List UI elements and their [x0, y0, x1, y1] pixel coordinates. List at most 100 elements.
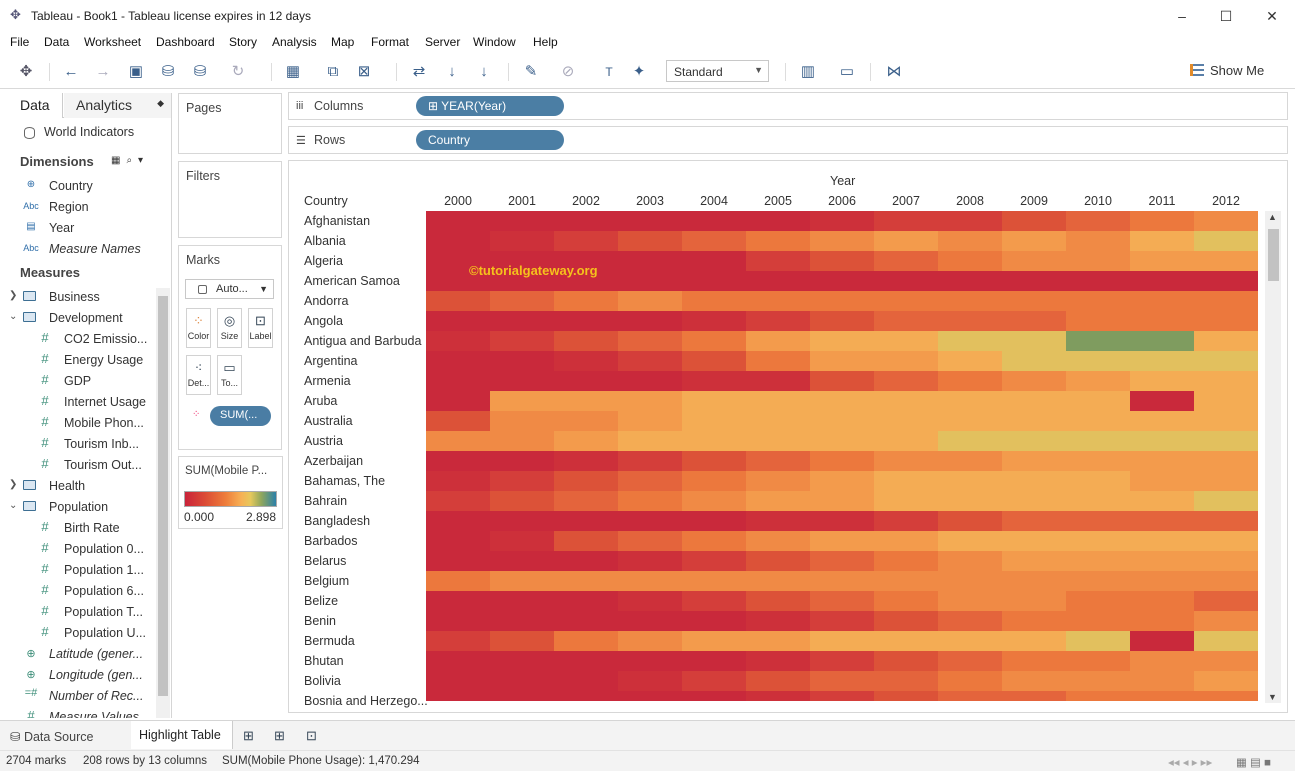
country-label[interactable]: Barbados	[304, 531, 429, 551]
heat-cell[interactable]	[1130, 411, 1194, 431]
year-header[interactable]: 2011	[1130, 194, 1194, 208]
heat-cell[interactable]	[1002, 671, 1066, 691]
heat-cell[interactable]	[1066, 511, 1130, 531]
group-members-icon[interactable]: ⊘	[558, 62, 578, 82]
heat-cell[interactable]	[1194, 251, 1258, 271]
heat-cell[interactable]	[554, 211, 618, 231]
heat-cell[interactable]	[1002, 231, 1066, 251]
heat-cell[interactable]	[426, 231, 490, 251]
heat-cell[interactable]	[938, 371, 1002, 391]
heat-cell[interactable]	[938, 251, 1002, 271]
heat-cell[interactable]	[746, 531, 810, 551]
heat-cell[interactable]	[874, 671, 938, 691]
heat-cell[interactable]	[682, 331, 746, 351]
heat-cell[interactable]	[938, 351, 1002, 371]
heat-cell[interactable]	[554, 231, 618, 251]
data-source-tab[interactable]: ⛁ Data Source	[10, 729, 93, 744]
heat-cell[interactable]	[746, 271, 810, 291]
heat-cell[interactable]	[1066, 291, 1130, 311]
heat-cell[interactable]	[938, 691, 1002, 701]
heat-cell[interactable]	[682, 651, 746, 671]
heat-cell[interactable]	[746, 611, 810, 631]
heat-cell[interactable]	[874, 431, 938, 451]
heat-cell[interactable]	[682, 271, 746, 291]
color-legend[interactable]: SUM(Mobile P... 0.000 2.898	[178, 456, 283, 529]
country-label[interactable]: Australia	[304, 411, 429, 431]
heat-cell[interactable]	[554, 371, 618, 391]
heat-cell[interactable]	[746, 431, 810, 451]
data-pane-scrollbar[interactable]	[156, 288, 170, 718]
country-pill[interactable]: Country	[416, 130, 564, 150]
refresh-icon[interactable]: ↻	[228, 62, 248, 82]
heat-cell[interactable]	[682, 531, 746, 551]
country-label[interactable]: Azerbaijan	[304, 451, 429, 471]
heat-cell[interactable]	[1130, 391, 1194, 411]
heat-cell[interactable]	[938, 551, 1002, 571]
heat-cell[interactable]	[746, 471, 810, 491]
country-label[interactable]: Belize	[304, 591, 429, 611]
heat-cell[interactable]	[874, 291, 938, 311]
heat-cell[interactable]	[554, 611, 618, 631]
heat-cell[interactable]	[1002, 431, 1066, 451]
heat-cell[interactable]	[810, 571, 874, 591]
heat-cell[interactable]	[1002, 471, 1066, 491]
heat-cell[interactable]	[618, 391, 682, 411]
tab-data[interactable]: Data	[0, 93, 63, 118]
heat-cell[interactable]	[938, 471, 1002, 491]
heat-cell[interactable]	[746, 251, 810, 271]
heat-cell[interactable]	[554, 531, 618, 551]
folder-business[interactable]: ❯ Business	[0, 288, 160, 308]
heat-cell[interactable]	[618, 211, 682, 231]
heat-cell[interactable]	[554, 631, 618, 651]
heat-cell[interactable]	[682, 551, 746, 571]
heat-cell[interactable]	[938, 651, 1002, 671]
heat-cell[interactable]	[1194, 511, 1258, 531]
year-header[interactable]: 2008	[938, 194, 1002, 208]
heat-cell[interactable]	[682, 691, 746, 701]
heat-cell[interactable]	[1066, 691, 1130, 701]
detail-button[interactable]: ⁖ Det...	[186, 355, 211, 395]
heat-cell[interactable]	[1130, 611, 1194, 631]
field-population-6[interactable]: # Population 6...	[0, 582, 160, 602]
heat-cell[interactable]	[682, 591, 746, 611]
field-energy-usage[interactable]: # Energy Usage	[0, 351, 160, 371]
heat-cell[interactable]	[490, 311, 554, 331]
heat-cell[interactable]	[618, 491, 682, 511]
heat-cell[interactable]	[426, 351, 490, 371]
heat-cell[interactable]	[874, 411, 938, 431]
heat-cell[interactable]	[490, 411, 554, 431]
heat-cell[interactable]	[682, 371, 746, 391]
scroll-down-icon[interactable]: ▼	[1268, 692, 1277, 702]
heat-cell[interactable]	[618, 531, 682, 551]
heat-cell[interactable]	[810, 431, 874, 451]
heat-cell[interactable]	[1130, 671, 1194, 691]
heat-cell[interactable]	[746, 211, 810, 231]
heat-cell[interactable]	[874, 231, 938, 251]
heat-cell[interactable]	[682, 231, 746, 251]
year-header[interactable]: 2009	[1002, 194, 1066, 208]
heat-cell[interactable]	[554, 551, 618, 571]
heat-cell[interactable]	[426, 211, 490, 231]
heat-cell[interactable]	[810, 331, 874, 351]
heat-cell[interactable]	[1130, 451, 1194, 471]
heat-cell[interactable]	[746, 691, 810, 701]
heat-cell[interactable]	[874, 691, 938, 701]
heat-cell[interactable]	[874, 631, 938, 651]
heat-cell[interactable]	[938, 391, 1002, 411]
scrollbar-thumb[interactable]	[158, 296, 168, 696]
heat-cell[interactable]	[554, 591, 618, 611]
fit-width-icon[interactable]: ▥	[798, 62, 818, 82]
view-scrollbar[interactable]: ▲ ▼	[1265, 211, 1281, 703]
menu-file[interactable]: File	[10, 35, 29, 49]
heat-cell[interactable]	[938, 291, 1002, 311]
field-population-0[interactable]: # Population 0...	[0, 540, 160, 560]
field-population-1[interactable]: # Population 1...	[0, 561, 160, 581]
heat-cell[interactable]	[746, 671, 810, 691]
field-tourism-outbound[interactable]: # Tourism Out...	[0, 456, 160, 476]
color-button[interactable]: ⁘ Color	[186, 308, 211, 348]
heat-cell[interactable]	[1002, 551, 1066, 571]
country-label[interactable]: Argentina	[304, 351, 429, 371]
heat-cell[interactable]	[426, 511, 490, 531]
heat-cell[interactable]	[490, 511, 554, 531]
heat-cell[interactable]	[938, 411, 1002, 431]
